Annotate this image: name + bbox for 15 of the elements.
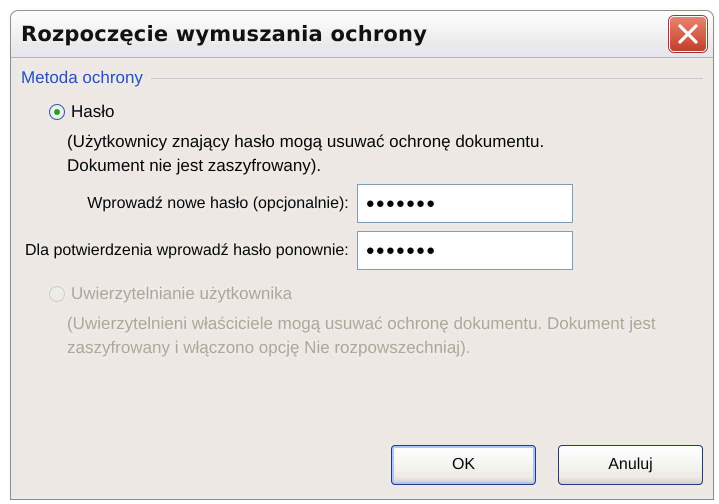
group-label: Metoda ochrony	[21, 68, 143, 88]
close-icon	[677, 23, 699, 45]
field-label: Wprowadź nowe hasło (opcjonalnie):	[86, 194, 349, 212]
radio-button[interactable]	[49, 104, 65, 120]
dialog-button[interactable]: OK	[391, 445, 536, 485]
dialog-button[interactable]: Anuluj	[558, 445, 703, 485]
close-button[interactable]	[669, 16, 707, 52]
radio-label: Hasło	[71, 102, 114, 122]
option-description: (Użytkownicy znający hasło mogą usuwać ochronę dokumentu. Dokument nie jest zaszyfrowany).	[67, 131, 546, 177]
field-label: Dla potwierdzenia wprowadź hasło ponownie:	[25, 242, 349, 260]
window-title: Rozpoczęcie wymuszania ochrony	[21, 22, 428, 46]
option-description: (Uwierzytelnieni właściciele mogą usuwać ochronę dokumentu. Dokument jest zaszyfrowany i włączono opcję Nie rozpowszechniaj).	[67, 313, 657, 359]
password-field[interactable]: ●●●●●●●	[356, 184, 573, 223]
password-field[interactable]: ●●●●●●●	[356, 231, 573, 270]
radio-label: Uwierzytelnianie użytkownika	[71, 284, 292, 304]
